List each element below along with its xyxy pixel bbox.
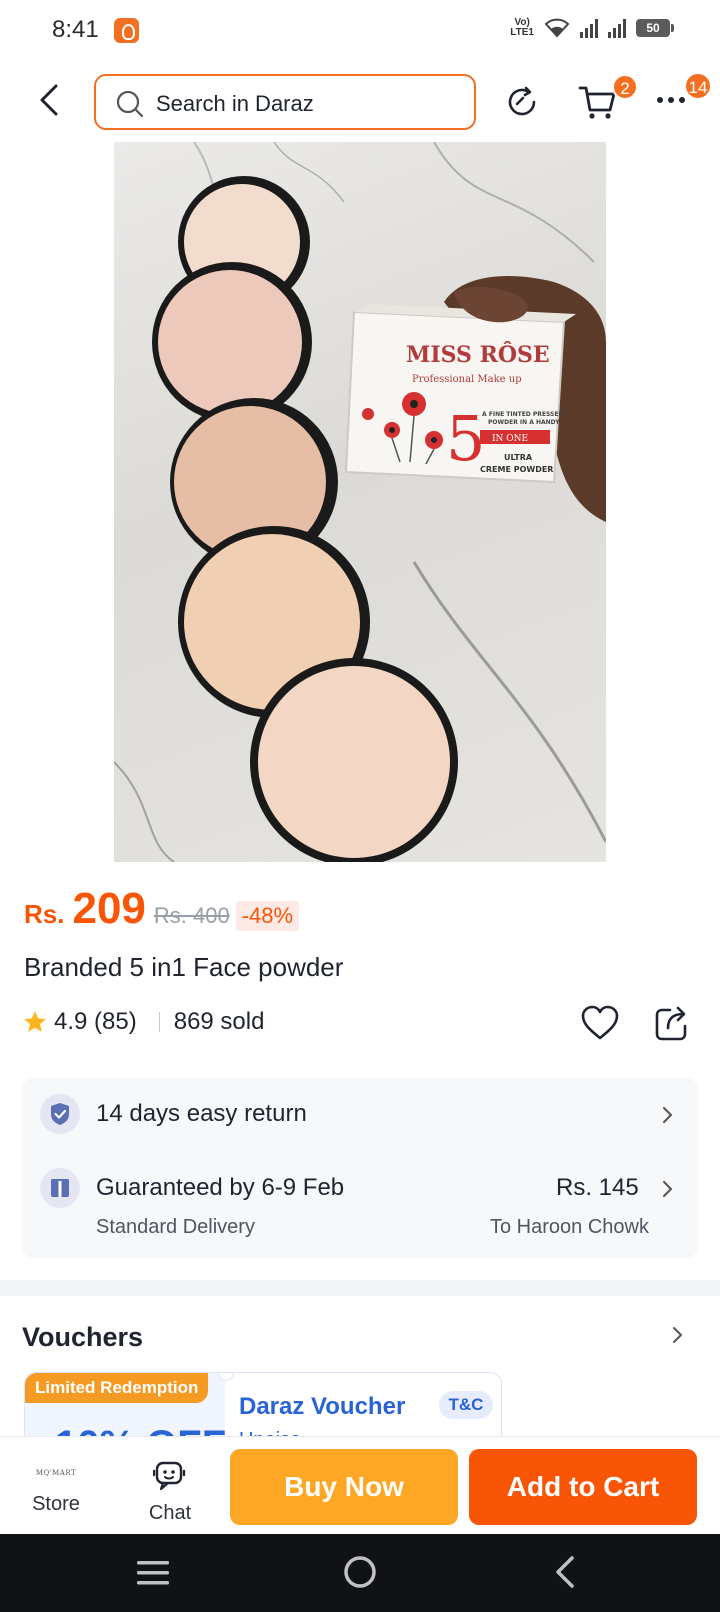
box-line1: A FINE TINTED PRESSED (482, 411, 563, 418)
status-time: 8:41 (52, 16, 99, 43)
home-icon[interactable] (342, 1554, 378, 1590)
section-divider (0, 1280, 720, 1296)
rating-value: 4.9 (85) (54, 1008, 137, 1035)
product-photo: MISS RÔSE Professional Make up 5 A FINE … (114, 142, 606, 862)
wifi-icon (544, 18, 570, 38)
store-button[interactable]: MQ'MART Store (14, 1443, 98, 1529)
discount-badge: -48% (235, 901, 300, 931)
box-line2: POWDER IN A HANDY (488, 419, 560, 426)
system-nav-bar (0, 1534, 720, 1612)
add-to-cart-button[interactable]: Add to Cart (469, 1449, 697, 1525)
delivery-destination: To Haroon Chowk (490, 1216, 649, 1238)
original-price: Rs. 400 (153, 903, 230, 928)
guarantee-text[interactable]: Guaranteed by 6-9 Feb (96, 1174, 344, 1202)
return-chevron-right-icon[interactable] (662, 1106, 674, 1124)
box-creme: CREME POWDER (480, 465, 553, 474)
easy-return-text[interactable]: 14 days easy return (96, 1100, 307, 1128)
notification-count-badge: 14 (684, 72, 712, 100)
limited-redemption-tag: Limited Redemption (25, 1373, 209, 1403)
star-icon (24, 1011, 46, 1032)
compact-5 (250, 658, 458, 862)
store-logo: MQ'MART (35, 1469, 77, 1477)
chat-label: Chat (148, 1502, 192, 1524)
cart-count-badge: 2 (612, 74, 638, 100)
buy-now-button[interactable]: Buy Now (230, 1449, 458, 1525)
box-in-one: IN ONE (492, 434, 528, 444)
chat-button[interactable]: Chat (128, 1443, 212, 1529)
status-bar: 8:41 Vo) LTE1 50 (0, 0, 720, 62)
price-value: 209 (72, 884, 146, 933)
bottom-action-bar: MQ'MART Store Chat Buy Now Add to Cart (0, 1436, 720, 1534)
delivery-box-icon (40, 1168, 80, 1208)
app-notification-icon (114, 18, 139, 43)
signal-icon-2 (608, 18, 626, 38)
search-placeholder: Search in Daraz (156, 91, 314, 116)
more-options-icon[interactable] (656, 96, 686, 104)
vouchers-title: Vouchers (22, 1322, 144, 1352)
delivery-type: Standard Delivery (96, 1216, 255, 1238)
price-currency: Rs. (24, 899, 65, 929)
product-title: Branded 5 in1 Face powder (24, 952, 344, 982)
chat-icon (152, 1461, 186, 1491)
recents-icon[interactable] (136, 1560, 170, 1586)
delivery-chevron-right-icon[interactable] (662, 1180, 674, 1198)
voucher-name: Daraz Voucher (239, 1393, 406, 1420)
volte-indicator: Vo) LTE1 (510, 17, 534, 38)
sold-count: 869 sold (173, 1008, 265, 1035)
shipping-price[interactable]: Rs. 145 (556, 1174, 639, 1202)
search-icon (116, 90, 144, 118)
history-icon[interactable] (504, 84, 540, 120)
box-ultra: ULTRA (504, 453, 533, 462)
battery-icon: 50 (636, 19, 674, 37)
nav-back-icon[interactable] (552, 1554, 576, 1590)
compact-2 (152, 262, 312, 422)
box-brand: MISS RÔSE (406, 341, 550, 368)
signal-icon (580, 18, 598, 38)
search-bar[interactable]: Search in Daraz (94, 74, 476, 130)
heart-icon[interactable] (580, 1004, 620, 1042)
return-shield-icon (40, 1094, 80, 1134)
vouchers-chevron-right-icon[interactable] (672, 1326, 684, 1344)
store-label: Store (32, 1493, 80, 1515)
top-header: Search in Daraz 2 14 (0, 66, 720, 136)
delivery-card: 14 days easy return Guaranteed by 6-9 Fe… (22, 1078, 698, 1258)
voucher-tc-button[interactable]: T&C (439, 1391, 493, 1419)
rating-divider (158, 1012, 160, 1032)
back-arrow-icon[interactable] (34, 80, 64, 120)
price-row: Rs. 209 Rs. 400 -48% (24, 884, 300, 934)
share-icon[interactable] (654, 1004, 690, 1042)
rating-row[interactable]: 4.9 (85) 869 sold (22, 1008, 264, 1036)
box-subtitle: Professional Make up (412, 374, 522, 385)
product-image[interactable]: MISS RÔSE Professional Make up 5 A FINE … (114, 142, 606, 862)
status-indicators: Vo) LTE1 50 (510, 17, 674, 38)
